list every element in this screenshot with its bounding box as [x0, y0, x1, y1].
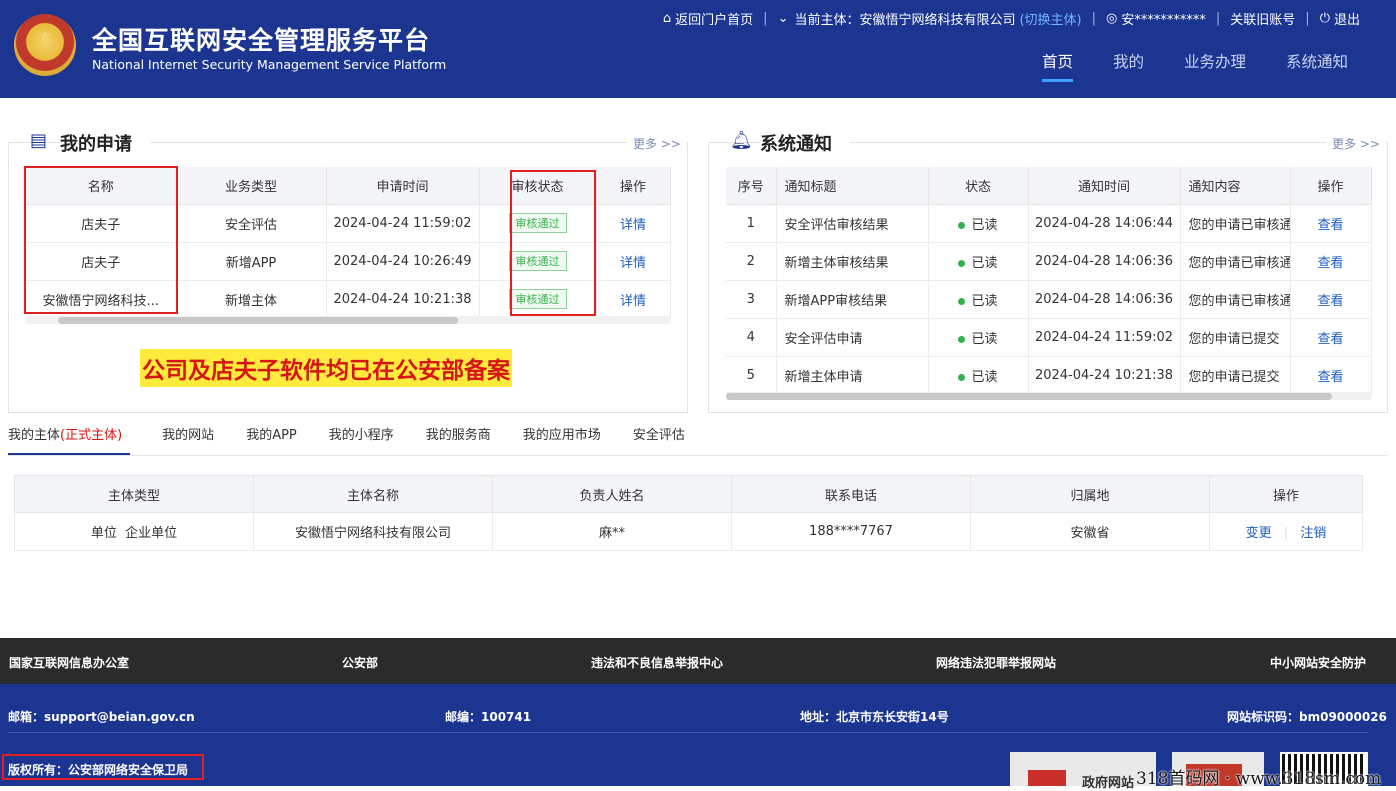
- col-action: 操作: [596, 167, 671, 205]
- view-link[interactable]: 查看: [1317, 370, 1343, 385]
- view-link[interactable]: 查看: [1317, 332, 1343, 347]
- detail-link[interactable]: 详情: [620, 294, 646, 309]
- tab-my-provider[interactable]: 我的服务商: [426, 424, 491, 455]
- applications-title: 我的申请: [60, 130, 150, 156]
- footer-link-report-center[interactable]: 违法和不良信息举报中心: [591, 654, 723, 671]
- detail-link[interactable]: 详情: [620, 256, 646, 271]
- applications-more-link[interactable]: 更多 >>: [627, 135, 687, 152]
- nav-home[interactable]: 首页: [1041, 50, 1073, 82]
- cancel-link[interactable]: 注销: [1300, 526, 1326, 541]
- read-dot-icon: [958, 373, 966, 381]
- chevron-down-icon[interactable]: ⌄: [778, 11, 789, 26]
- read-dot-icon: [958, 297, 966, 305]
- status-column-highlight: [510, 170, 596, 316]
- logout-link[interactable]: 退出: [1334, 9, 1360, 28]
- detail-link[interactable]: 详情: [620, 218, 646, 233]
- footer-postcode: 邮编：100741: [445, 710, 532, 724]
- read-dot-icon: [958, 221, 966, 229]
- watermark: 318首码网 · www.318sm.com: [1136, 769, 1382, 789]
- name-column-highlight: [24, 166, 178, 314]
- read-dot-icon: [958, 259, 966, 267]
- notices-more-link[interactable]: 更多 >>: [1326, 135, 1386, 152]
- footer-address: 地址：北京市东长安街14号: [800, 710, 949, 724]
- user-icon: ◎: [1106, 11, 1118, 26]
- footer-link-cac[interactable]: 国家互联网信息办公室: [9, 654, 129, 671]
- footer-link-mps[interactable]: 公安部: [342, 654, 378, 671]
- bell-icon: 🔔︎: [730, 130, 753, 151]
- footer-link-site-protection[interactable]: 中小网站安全防护: [1270, 654, 1366, 671]
- switch-entity-link[interactable]: (切换主体): [1019, 9, 1081, 28]
- footer-email: 邮箱：support@beian.gov.cn: [8, 710, 195, 724]
- tab-my-miniprogram[interactable]: 我的小程序: [329, 424, 394, 455]
- power-icon: ⏻: [1319, 11, 1330, 26]
- notices-title: 系统通知: [760, 130, 850, 156]
- table-row: 4 安全评估申请 已读 2024-04-24 11:59:02 您的申请已提交 …: [726, 318, 1372, 357]
- table-row: 5 新增主体申请 已读 2024-04-24 10:21:38 您的申请已提交 …: [726, 356, 1372, 395]
- table-row: 2 新增主体审核结果 已读 2024-04-28 14:06:36 您的申请已审…: [726, 242, 1372, 281]
- table-row: 3 新增APP审核结果 已读 2024-04-28 14:06:36 您的申请已…: [726, 280, 1372, 319]
- footer-links: 国家互联网信息办公室 公安部 违法和不良信息举报中心 网络违法犯罪举报网站 中小…: [0, 638, 1396, 684]
- top-bar: ⌂ 返回门户首页 | ⌄ 当前主体：安徽悟宁网络科技有限公司 (切换主体) | …: [662, 9, 1360, 28]
- col-time: 申请时间: [326, 167, 480, 205]
- notices-scrollbar[interactable]: [726, 393, 1332, 400]
- tabs-divider: [8, 455, 1388, 456]
- police-emblem-icon: ★: [14, 14, 76, 76]
- entity-table: 主体类型 主体名称 负责人姓名 联系电话 归属地 操作 单位 企业单位 安徽悟宁…: [14, 475, 1363, 551]
- nav-business[interactable]: 业务办理: [1184, 50, 1246, 82]
- tab-my-website[interactable]: 我的网站: [162, 424, 214, 455]
- user-account[interactable]: 安***********: [1121, 9, 1206, 28]
- view-link[interactable]: 查看: [1317, 294, 1343, 309]
- annotation-banner: 公司及店夫子软件均已在公安部备案: [140, 349, 512, 387]
- platform-subtitle: National Internet Security Management Se…: [92, 57, 447, 72]
- col-type: 业务类型: [176, 167, 327, 205]
- table-row: 单位 企业单位 安徽悟宁网络科技有限公司 麻** 188****7767 安徽省…: [14, 512, 1363, 551]
- home-icon: ⌂: [662, 11, 672, 26]
- tab-my-app[interactable]: 我的APP: [246, 424, 297, 455]
- footer-link-cybercrime[interactable]: 网络违法犯罪举报网站: [936, 654, 1056, 671]
- view-link[interactable]: 查看: [1317, 256, 1343, 271]
- tab-my-entity[interactable]: 我的主体(正式主体): [8, 424, 131, 455]
- change-link[interactable]: 变更: [1246, 526, 1272, 541]
- applications-scrollbar[interactable]: [58, 317, 458, 324]
- table-row: 1 安全评估审核结果 已读 2024-04-28 14:06:44 您的申请已审…: [726, 204, 1372, 243]
- entity-tabs: 我的主体(正式主体) 我的网站 我的APP 我的小程序 我的服务商 我的应用市场…: [8, 424, 685, 455]
- notices-table: 序号 通知标题 状态 通知时间 通知内容 操作 1 安全评估审核结果 已读 20…: [726, 167, 1372, 395]
- tab-security-assessment[interactable]: 安全评估: [633, 424, 685, 455]
- header: ★ 全国互联网安全管理服务平台 National Internet Securi…: [0, 0, 1396, 98]
- footer-site-id: 网站标识码：bm09000026: [1227, 710, 1387, 724]
- current-entity: 当前主体：安徽悟宁网络科技有限公司: [794, 13, 1016, 28]
- view-link[interactable]: 查看: [1317, 218, 1343, 233]
- platform-title: 全国互联网安全管理服务平台: [92, 26, 431, 55]
- link-old-account[interactable]: 关联旧账号: [1230, 9, 1295, 28]
- copyright-highlight: [2, 754, 204, 780]
- document-icon: ▤: [30, 130, 48, 151]
- back-portal-link[interactable]: 返回门户首页: [675, 9, 753, 28]
- nav-notices[interactable]: 系统通知: [1286, 50, 1348, 82]
- nav-mine[interactable]: 我的: [1113, 50, 1144, 82]
- read-dot-icon: [958, 335, 966, 343]
- gov-site-badge[interactable]: 政府网站: [1010, 752, 1156, 791]
- main-nav: 首页 我的 业务办理 系统通知: [1041, 50, 1348, 82]
- gov-badge-icon: [1028, 770, 1066, 786]
- tab-my-app-market[interactable]: 我的应用市场: [523, 424, 601, 455]
